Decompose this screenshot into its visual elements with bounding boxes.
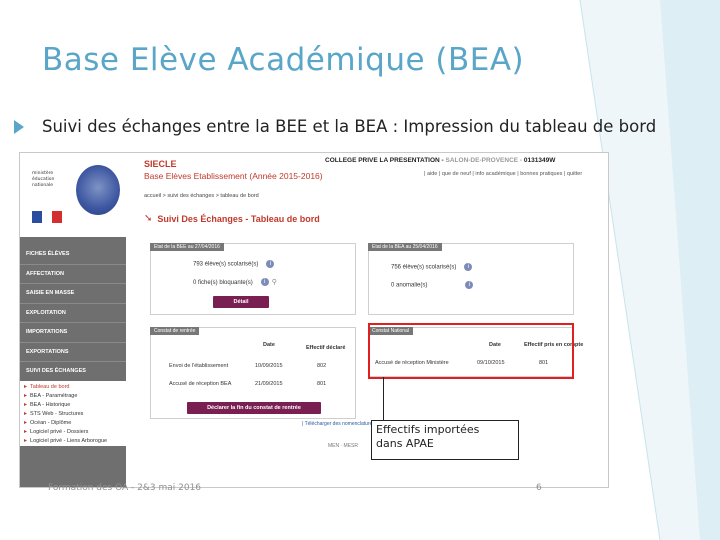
slide-page-number: 6 [536,483,542,493]
app-subtitle: Base Elèves Etablissement (Année 2015-20… [144,171,323,181]
school-city: SALON-DE-PROVENCE - [445,157,523,164]
slide-title: Base Elève Académique (BEA) [42,42,525,78]
info-icon[interactable]: i [464,263,473,271]
sidebar-item-suivi-echanges[interactable]: SUIVI DES ÉCHANGES [20,362,126,382]
sidebar-submenu: ▸ Tableau de bord ▸ BEA - Paramétrage ▸ BEA… [20,381,126,446]
sidebar-item-exploitation[interactable]: EXPLOITATION [20,304,126,323]
chevron-right-icon: ▸ [24,393,28,399]
constat-row-date: 10/09/2015 [255,363,283,369]
submenu-item-bea-historique[interactable]: ▸ BEA - Historique [20,401,126,410]
submenu-item-logiciel-liens[interactable]: ▸ Logiciel privé - Liens Arborogue [20,437,126,446]
sidebar-item-affectation[interactable]: AFFECTATION [20,265,126,284]
constat-row-label: Accusé de réception BEA [169,381,232,387]
logo-text: ministère éducation nationale [32,171,55,188]
breadcrumb[interactable]: accueil > suivi des échanges > tableau d… [144,193,259,199]
sidebar-item-importations[interactable]: IMPORTATIONS [20,323,126,343]
bea-anomalies-row: 0 anomalie(s) i [391,281,474,289]
bee-eleves-row: 793 élève(s) scolarisé(s) i [193,260,275,268]
constat-col-date: Date [263,342,275,348]
submenu-item-bea-parametrage[interactable]: ▸ BEA - Paramétrage [20,392,126,401]
sidebar: FICHES ÉLÈVES AFFECTATION SAISIE EN MASS… [20,237,126,487]
info-icon[interactable]: i [266,260,275,268]
declare-fin-constat-button[interactable]: Déclarer la fin du constat de rentrée [187,402,321,414]
constat-row-value: 801 [317,381,327,387]
top-links[interactable]: | aide | que de neuf | info académique |… [424,171,582,177]
constat-col-effectif: Effectif déclaré [306,345,346,351]
bee-fiches-row: 0 fiche(s) bloquante(s) i ⚲ [193,278,277,287]
callout-line-2: dans APAE [376,437,434,450]
ministry-logo: ministère éducation nationale [20,153,126,231]
chevron-right-icon: ▸ [24,384,28,390]
info-icon[interactable]: i [465,281,474,289]
school-name: COLLEGE PRIVE LA PRESENTATION - SALON-DE… [325,157,555,164]
school-label: COLLEGE PRIVE LA PRESENTATION - [325,157,444,164]
bottom-links[interactable]: MEN · MESR [328,443,358,449]
chevron-right-icon: ▸ [24,438,28,444]
constat-row-label: Envoi de l'établissement [169,363,229,369]
chevron-right-icon: ▸ [24,429,28,435]
page-title-row: ➘ Suivi Des Échanges - Tableau de bord [144,213,320,224]
submenu-item-logiciel-dossiers[interactable]: ▸ Logiciel privé - Dossiers [20,428,126,437]
constat-row-date: 21/09/2015 [255,381,283,387]
annotation-line [383,377,384,421]
panel-etat-bea: Etat de la BEA au 25/04/2016 756 élève(s… [368,243,574,315]
siecle-screenshot: ministère éducation nationale SIECLE Bas… [19,152,609,488]
submenu-item-tableau-de-bord[interactable]: ▸ Tableau de bord [20,383,126,392]
info-icon[interactable]: i [260,278,269,287]
arrow-right-icon: ➘ [144,213,153,224]
sidebar-item-exportations[interactable]: EXPORTATIONS [20,343,126,362]
sidebar-item-saisie-en-masse[interactable]: SAISIE EN MASSE [20,284,126,304]
panel-constat-rentree: Constat de rentrée Date Effectif déclaré… [150,327,356,419]
chevron-right-icon: ▸ [24,411,28,417]
highlight-box [368,323,574,379]
bullet-arrow-icon [14,119,24,134]
submenu-item-sts-web[interactable]: ▸ STS Web - Structures [20,410,126,419]
page-title: Suivi Des Échanges - Tableau de bord [157,213,320,224]
bea-eleves-row: 756 élève(s) scolarisé(s) i [391,263,473,271]
marianne-logo-icon [76,165,120,215]
submenu-item-ocean[interactable]: ▸ Océan - Diplôme [20,419,126,428]
sidebar-item-fiches-eleves[interactable]: FICHES ÉLÈVES [20,245,126,265]
search-icon[interactable]: ⚲ [272,279,277,286]
chevron-right-icon: ▸ [24,420,28,426]
nomenclature-link[interactable]: | Télécharger des nomenclatures [302,421,375,427]
french-flag-icon [32,211,62,223]
panel-bee-tab: Etat de la BEE au 27/04/2016 [150,243,224,251]
bullet-text: Suivi des échanges entre la BEE et la BE… [42,117,657,136]
constat-table: Date Effectif déclaré Envoi de l'établis… [151,328,357,398]
callout-line-1: Effectifs importées [376,423,480,436]
panel-etat-bee: Etat de la BEE au 27/04/2016 793 élève(s… [150,243,356,315]
chevron-right-icon: ▸ [24,402,28,408]
app-name: SIECLE [144,159,177,169]
detail-button[interactable]: Détail [213,296,269,308]
bullet-point: Suivi des échanges entre la BEE et la BE… [14,117,656,136]
panel-bea-tab: Etat de la BEA au 25/04/2016 [368,243,442,251]
constat-row-value: 802 [317,363,327,369]
school-uai: 0131349W [523,157,556,164]
slide-footer: Formation des OA - 2&3 mai 2016 [48,483,202,493]
annotation-callout: Effectifs importées dans APAE [371,420,519,460]
